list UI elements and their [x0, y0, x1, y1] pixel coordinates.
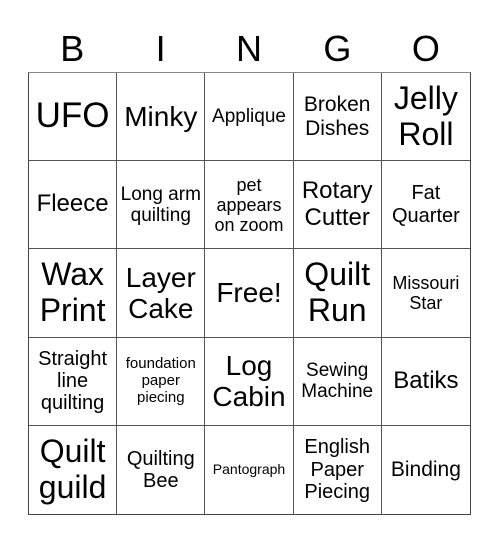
bingo-cell[interactable]: foundation paper piecing: [117, 337, 206, 426]
bingo-cell[interactable]: UFO: [29, 73, 118, 162]
header-letter-o: O: [411, 28, 440, 69]
bingo-cell[interactable]: Missouri Star: [381, 249, 470, 338]
bingo-cell-free[interactable]: Free!: [205, 249, 294, 338]
header-letter-i: I: [155, 28, 166, 69]
bingo-cell[interactable]: Log Cabin: [205, 337, 294, 426]
bingo-cell[interactable]: English Paper Piecing: [294, 425, 382, 514]
header-letter-b: B: [60, 28, 85, 69]
bingo-cell[interactable]: Layer Cake: [117, 249, 206, 338]
bingo-cell[interactable]: Minky: [117, 73, 206, 162]
bingo-cell[interactable]: Broken Dishes: [293, 73, 382, 162]
bingo-cell[interactable]: Applique: [205, 73, 294, 162]
bingo-cell[interactable]: Quilt guild: [29, 425, 118, 514]
header-letter-g: G: [323, 28, 352, 69]
bingo-grid: UFO Minky Applique Broken Dishes Jelly Roll F…: [28, 72, 471, 515]
bingo-cell[interactable]: Jelly Roll: [381, 73, 470, 162]
bingo-cell[interactable]: Pantograph: [205, 425, 294, 514]
header-letter-n: N: [236, 28, 263, 69]
bingo-cell[interactable]: Quilt Run: [293, 249, 382, 338]
bingo-cell[interactable]: Fleece: [29, 161, 118, 250]
bingo-cell[interactable]: Straight line quilting: [29, 337, 118, 426]
bingo-cell[interactable]: Fat Quarter: [381, 161, 470, 250]
bingo-cell[interactable]: Batiks: [381, 338, 470, 426]
bingo-header: B I N G O: [28, 26, 470, 72]
bingo-cell[interactable]: Sewing Machine: [293, 337, 382, 426]
bingo-cell[interactable]: Long arm quilting: [117, 161, 206, 250]
bingo-cell[interactable]: Wax Print: [29, 249, 118, 338]
bingo-cell[interactable]: Rotary Cutter: [293, 161, 382, 250]
bingo-cell[interactable]: Binding: [382, 426, 470, 514]
bingo-cell[interactable]: pet appears on zoom: [205, 161, 294, 250]
bingo-cell[interactable]: Quilting Bee: [117, 425, 206, 514]
